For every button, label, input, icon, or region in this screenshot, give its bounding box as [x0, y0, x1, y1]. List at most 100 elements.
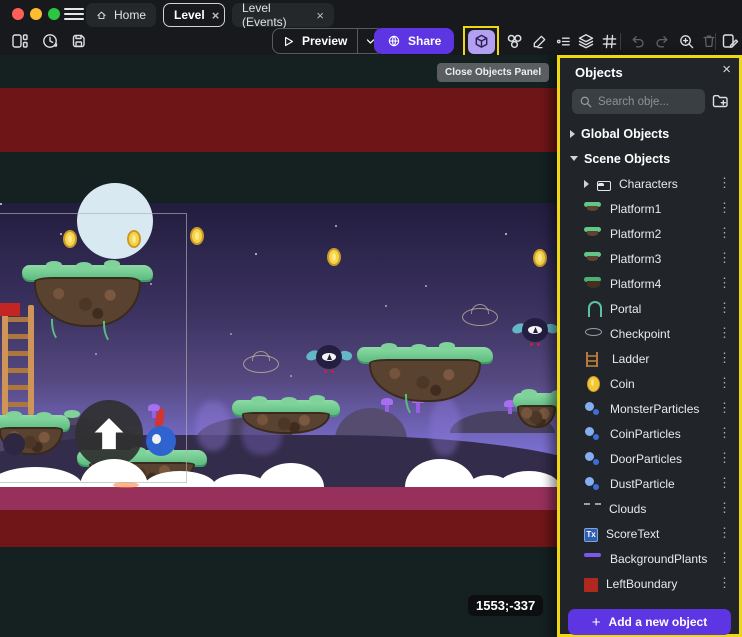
item-menu-icon[interactable]	[718, 250, 731, 266]
item-menu-icon[interactable]	[718, 475, 731, 491]
tree-item-object[interactable]: MonsterParticles	[560, 396, 739, 421]
instances-list-icon	[555, 33, 572, 50]
platform-instance[interactable]	[513, 393, 557, 428]
scene-editor-canvas[interactable]: 1553;-337	[0, 55, 557, 637]
tree-item-object[interactable]: Checkpoint	[560, 321, 739, 346]
item-menu-icon[interactable]	[718, 500, 731, 516]
undo-icon	[629, 33, 646, 50]
folder-plus-icon	[711, 92, 729, 110]
item-menu-icon[interactable]	[718, 300, 731, 316]
object-search-box[interactable]	[572, 89, 705, 114]
tree-item-object[interactable]: Portal	[560, 296, 739, 321]
edit-pencil-button[interactable]	[527, 29, 551, 53]
undo-button[interactable]	[625, 29, 649, 53]
item-menu-icon[interactable]	[718, 550, 731, 566]
share-button[interactable]: Share	[374, 28, 454, 54]
grid-button[interactable]	[597, 29, 621, 53]
item-menu-icon[interactable]	[718, 325, 731, 341]
tree-item-object[interactable]: Platform3	[560, 246, 739, 271]
coin-instance[interactable]	[190, 227, 204, 245]
close-panel-icon[interactable]	[722, 61, 731, 78]
minimize-window-button[interactable]	[30, 8, 42, 20]
tab-level-label: Level	[174, 8, 205, 22]
monster-instance[interactable]	[518, 316, 552, 345]
zoom-in-button[interactable]	[674, 29, 698, 53]
platform-instance[interactable]	[357, 347, 493, 402]
add-folder-button[interactable]	[711, 92, 729, 115]
preview-label: Preview	[302, 34, 347, 48]
purple-bar-icon	[584, 553, 602, 571]
item-menu-icon[interactable]	[718, 375, 731, 391]
tree-item-object[interactable]: Clouds	[560, 496, 739, 521]
objects-panel-toggle-button[interactable]	[468, 30, 495, 54]
top-boundary-instance[interactable]	[0, 88, 557, 152]
maximize-window-button[interactable]	[48, 8, 60, 20]
tab-home[interactable]: Home	[86, 3, 156, 27]
tab-level-events[interactable]: Level (Events)	[232, 3, 334, 27]
text-object-icon: Tx	[584, 528, 598, 542]
item-menu-icon[interactable]	[718, 225, 731, 241]
coin-instance[interactable]	[533, 249, 547, 267]
tree-item-object[interactable]: LeftBoundary	[560, 571, 739, 596]
portal-icon	[584, 301, 602, 319]
main-menu-icon[interactable]	[64, 8, 84, 21]
monster-instance[interactable]	[312, 343, 346, 372]
item-menu-icon[interactable]	[718, 575, 731, 591]
item-menu-icon[interactable]	[718, 425, 731, 441]
glow-plant	[196, 401, 230, 451]
coin-icon	[584, 376, 602, 394]
mushroom	[508, 405, 512, 414]
pencil-icon	[531, 33, 548, 50]
tree-group-scene-objects[interactable]: Scene Objects	[560, 146, 739, 171]
add-new-object-button[interactable]: Add a new object	[568, 609, 731, 635]
item-menu-icon[interactable]	[718, 400, 731, 416]
search-input[interactable]	[598, 96, 688, 108]
history-button[interactable]	[38, 29, 62, 53]
tree-item-object[interactable]: Ladder	[560, 346, 739, 371]
item-menu-icon[interactable]	[718, 350, 731, 366]
instances-list-button[interactable]	[551, 29, 575, 53]
item-menu-icon[interactable]	[718, 525, 731, 541]
particles-icon	[584, 450, 602, 468]
layers-icon	[577, 32, 595, 50]
bottom-boundary-instance[interactable]	[0, 487, 557, 510]
tab-level-events-label: Level (Events)	[242, 1, 309, 29]
item-menu-icon[interactable]	[718, 175, 731, 191]
object-groups-button[interactable]	[502, 29, 526, 53]
tree-item-folder[interactable]: Characters	[560, 171, 739, 196]
tree-item-object[interactable]: Tx ScoreText	[560, 521, 739, 546]
tree-item-object[interactable]: CoinParticles	[560, 421, 739, 446]
tree-item-object[interactable]: DoorParticles	[560, 446, 739, 471]
item-menu-icon[interactable]	[718, 275, 731, 291]
share-label: Share	[408, 34, 441, 48]
tab-home-label: Home	[114, 8, 146, 22]
zoom-in-icon	[678, 33, 695, 50]
home-icon	[96, 8, 107, 23]
platform-instance[interactable]	[232, 400, 340, 434]
close-window-button[interactable]	[12, 8, 24, 20]
objects-panel: Objects Global Objects Scene Objects	[557, 55, 742, 637]
tab-level[interactable]: Level	[163, 3, 225, 27]
coin-instance[interactable]	[327, 248, 341, 266]
tree-item-object[interactable]: Platform4	[560, 271, 739, 296]
close-tab-icon[interactable]	[212, 9, 220, 22]
tree-item-object[interactable]: Platform1	[560, 196, 739, 221]
item-menu-icon[interactable]	[718, 200, 731, 216]
tree-item-object[interactable]: DustParticle	[560, 471, 739, 496]
scene-properties-button[interactable]	[718, 29, 742, 53]
annotation-highlight-box	[463, 26, 499, 57]
save-button[interactable]	[67, 29, 91, 53]
project-manager-button[interactable]	[8, 29, 32, 53]
close-tab-icon[interactable]	[316, 9, 324, 22]
titlebar: Home Level Level (Events)	[0, 0, 742, 28]
tree-item-object[interactable]: Coin	[560, 371, 739, 396]
glow-plant	[430, 398, 460, 456]
tree-item-object[interactable]: BackgroundPlants	[560, 546, 739, 571]
item-menu-icon[interactable]	[718, 450, 731, 466]
tree-group-global-objects[interactable]: Global Objects	[560, 121, 739, 146]
preview-button[interactable]: Preview	[272, 28, 384, 54]
redo-button[interactable]	[650, 29, 674, 53]
layers-button[interactable]	[574, 29, 598, 53]
particles-icon	[584, 425, 602, 443]
tree-item-object[interactable]: Platform2	[560, 221, 739, 246]
